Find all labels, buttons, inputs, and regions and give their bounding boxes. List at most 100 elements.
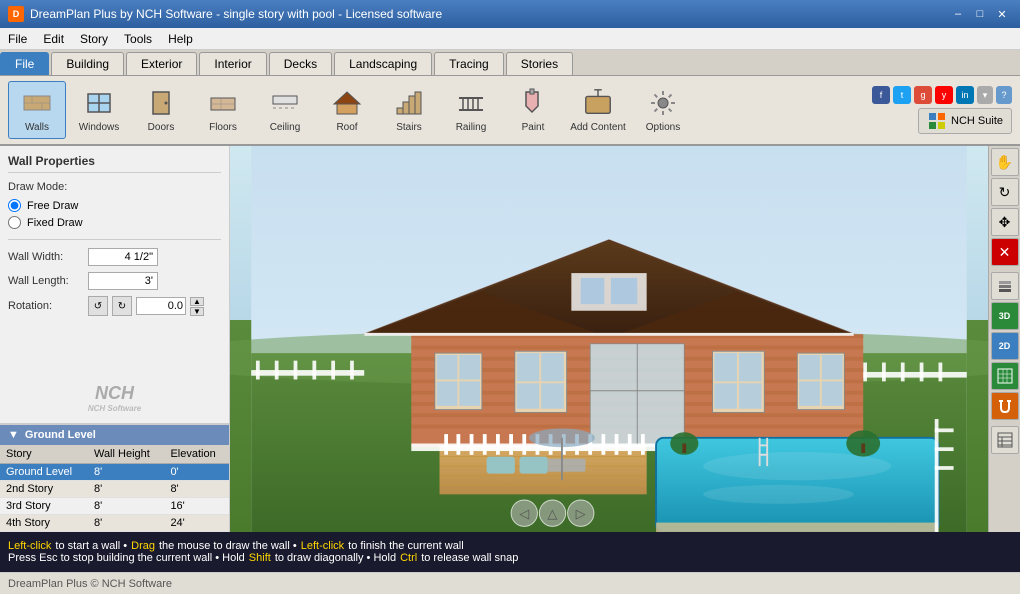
minimize-button[interactable]: –: [948, 6, 968, 22]
doors-icon: [145, 87, 177, 119]
grid-button[interactable]: [991, 362, 1019, 390]
tab-exterior[interactable]: Exterior: [126, 52, 197, 75]
wall-properties-title: Wall Properties: [8, 154, 221, 173]
wall-properties-panel: Wall Properties Draw Mode: Free Draw Fix…: [0, 146, 229, 373]
reset-button[interactable]: ✕: [991, 238, 1019, 266]
layers-button[interactable]: [991, 272, 1019, 300]
story-row-2nd[interactable]: 2nd Story 8' 8': [0, 481, 229, 498]
draw-mode-label: Draw Mode:: [8, 181, 88, 193]
content-area: Wall Properties Draw Mode: Free Draw Fix…: [0, 146, 1020, 572]
free-draw-radio[interactable]: [8, 199, 21, 212]
menu-story[interactable]: Story: [72, 30, 116, 48]
railing-icon: [455, 87, 487, 119]
windows-icon: [83, 87, 115, 119]
nch-suite-button[interactable]: NCH Suite: [918, 108, 1012, 134]
menu-file[interactable]: File: [0, 30, 35, 48]
status-line-1: Left-click to start a wall • Drag the mo…: [8, 540, 1012, 552]
tool-stairs[interactable]: Stairs: [380, 81, 438, 139]
menu-edit[interactable]: Edit: [35, 30, 72, 48]
maximize-button[interactable]: □: [970, 6, 990, 22]
view3d-button[interactable]: 3D: [991, 302, 1019, 330]
status-drag: Drag: [131, 540, 155, 552]
tool-add-content[interactable]: Add Content: [566, 81, 630, 139]
viewport[interactable]: ◁ △ ▷: [230, 146, 988, 532]
status-text-2a: Press Esc to stop building the current w…: [8, 552, 245, 564]
story-row-3rd[interactable]: 3rd Story 8' 16': [0, 498, 229, 515]
story-row-ground[interactable]: Ground Level 8' 0': [0, 464, 229, 481]
tab-file[interactable]: File: [0, 52, 49, 75]
status-text-2c: to release wall snap: [421, 552, 518, 564]
googleplus-icon[interactable]: g: [914, 86, 932, 104]
orbit-button[interactable]: ↻: [991, 178, 1019, 206]
right-toolbar: ✋ ↻ ✥ ✕ 3D 2D: [988, 146, 1020, 532]
tool-walls[interactable]: Walls: [8, 81, 66, 139]
story-name-4th: 4th Story: [0, 515, 88, 532]
free-draw-option[interactable]: Free Draw: [8, 199, 221, 212]
nch-suite-label: NCH Suite: [951, 115, 1003, 127]
help-icon[interactable]: ?: [996, 86, 1012, 104]
col-wall-height: Wall Height: [88, 445, 164, 464]
status-shift: Shift: [249, 552, 271, 564]
svg-text:△: △: [547, 506, 557, 521]
rotation-up-button[interactable]: ▲: [190, 297, 204, 306]
youtube-icon[interactable]: y: [935, 86, 953, 104]
story-row-4th[interactable]: 4th Story 8' 24': [0, 515, 229, 532]
tool-ceiling[interactable]: Ceiling: [256, 81, 314, 139]
more-icon[interactable]: ▾: [977, 86, 993, 104]
walls-icon: [21, 87, 53, 119]
floors-icon: [207, 87, 239, 119]
app-icon: D: [8, 6, 24, 22]
tool-roof-label: Roof: [336, 122, 357, 133]
wall-length-label: Wall Length:: [8, 275, 88, 287]
tab-tracing[interactable]: Tracing: [434, 52, 504, 75]
fixed-draw-radio[interactable]: [8, 216, 21, 229]
story-elev-3rd: 16': [164, 498, 229, 515]
menu-tools[interactable]: Tools: [116, 30, 160, 48]
tab-landscaping[interactable]: Landscaping: [334, 52, 432, 75]
fixed-draw-option[interactable]: Fixed Draw: [8, 216, 221, 229]
svg-text:▷: ▷: [576, 506, 586, 521]
ceiling-icon: [269, 87, 301, 119]
story-name-3rd: 3rd Story: [0, 498, 88, 515]
tool-roof[interactable]: Roof: [318, 81, 376, 139]
col-story: Story: [0, 445, 88, 464]
window-controls: – □ ✕: [948, 6, 1012, 22]
wall-length-input[interactable]: 3': [88, 272, 158, 290]
close-button[interactable]: ✕: [992, 6, 1012, 22]
tool-railing[interactable]: Railing: [442, 81, 500, 139]
title-bar: D DreamPlan Plus by NCH Software - singl…: [0, 0, 1020, 28]
tool-doors[interactable]: Doors: [132, 81, 190, 139]
tab-stories[interactable]: Stories: [506, 52, 573, 75]
story-elev-4th: 24': [164, 515, 229, 532]
story-wallh-2nd: 8': [88, 481, 164, 498]
tool-windows[interactable]: Windows: [70, 81, 128, 139]
rotation-cw-button[interactable]: ↻: [112, 296, 132, 316]
tool-options[interactable]: Options: [634, 81, 692, 139]
wall-width-input[interactable]: 4 1/2": [88, 248, 158, 266]
facebook-icon[interactable]: f: [872, 86, 890, 104]
linkedin-icon[interactable]: in: [956, 86, 974, 104]
rotation-input[interactable]: 0.0: [136, 297, 186, 315]
menu-help[interactable]: Help: [160, 30, 201, 48]
tool-railing-label: Railing: [456, 122, 487, 133]
tool-floors[interactable]: Floors: [194, 81, 252, 139]
hand-tool-button[interactable]: ✋: [991, 148, 1019, 176]
twitter-icon[interactable]: t: [893, 86, 911, 104]
collapse-icon[interactable]: ▼: [8, 429, 19, 441]
draw-mode-row: Draw Mode:: [8, 181, 221, 193]
tab-building[interactable]: Building: [51, 52, 124, 75]
tool-doors-label: Doors: [148, 122, 175, 133]
left-panel: Wall Properties Draw Mode: Free Draw Fix…: [0, 146, 230, 532]
rotation-down-button[interactable]: ▼: [190, 307, 204, 316]
tab-decks[interactable]: Decks: [269, 52, 332, 75]
rotation-row: Rotation: ↺ ↻ 0.0 ▲ ▼: [8, 296, 221, 316]
view2d-button[interactable]: 2D: [991, 332, 1019, 360]
magnet-button[interactable]: [991, 392, 1019, 420]
rotation-ccw-button[interactable]: ↺: [88, 296, 108, 316]
table-button[interactable]: [991, 426, 1019, 454]
tab-interior[interactable]: Interior: [199, 52, 266, 75]
tool-add-content-label: Add Content: [570, 122, 626, 133]
pan-button[interactable]: ✥: [991, 208, 1019, 236]
tool-paint[interactable]: Paint: [504, 81, 562, 139]
status-left-click-2: Left-click: [301, 540, 344, 552]
